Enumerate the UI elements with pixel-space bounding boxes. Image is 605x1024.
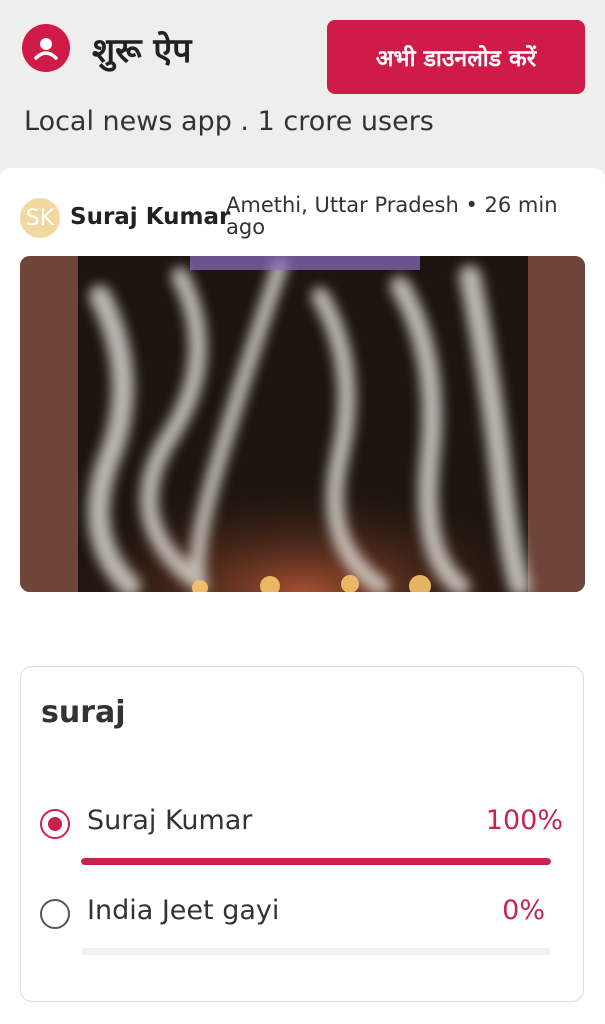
poll-option-percent-1: 100% xyxy=(485,805,563,836)
poll-option-radio-2[interactable] xyxy=(40,899,70,929)
post-meta: Amethi, Uttar Pradesh • 26 min ago xyxy=(226,193,558,239)
fireworks-image xyxy=(20,256,585,592)
poll-option-label-1[interactable]: Suraj Kumar xyxy=(87,805,252,836)
poll-option-bar-fill-1 xyxy=(81,858,551,865)
poll-option-bar-2 xyxy=(81,948,551,955)
poll-question: suraj xyxy=(41,695,126,730)
poll-option-label-2[interactable]: India Jeet gayi xyxy=(87,895,279,926)
poll-option-bar-1 xyxy=(81,858,551,865)
tagline: Local news app . 1 crore users xyxy=(24,106,434,137)
avatar[interactable]: SK xyxy=(20,198,60,238)
author-name[interactable]: Suraj Kumar xyxy=(70,204,230,230)
download-button[interactable]: अभी डाउनलोड करें xyxy=(327,20,585,94)
location-pin-user-icon xyxy=(22,24,70,72)
post-video-thumbnail[interactable] xyxy=(20,256,585,592)
poll-option-radio-1[interactable] xyxy=(40,809,70,839)
app-name: शुरू ऐप xyxy=(92,31,192,71)
app-header: शुरू ऐप अभी डाउनलोड करें Local news app … xyxy=(0,0,605,168)
post-card: SK Suraj Kumar Amethi, Uttar Pradesh • 2… xyxy=(0,168,605,1024)
poll-option-percent-2: 0% xyxy=(502,895,545,926)
poll-card: suraj Suraj Kumar 100% India Jeet gayi 0… xyxy=(20,666,584,1002)
